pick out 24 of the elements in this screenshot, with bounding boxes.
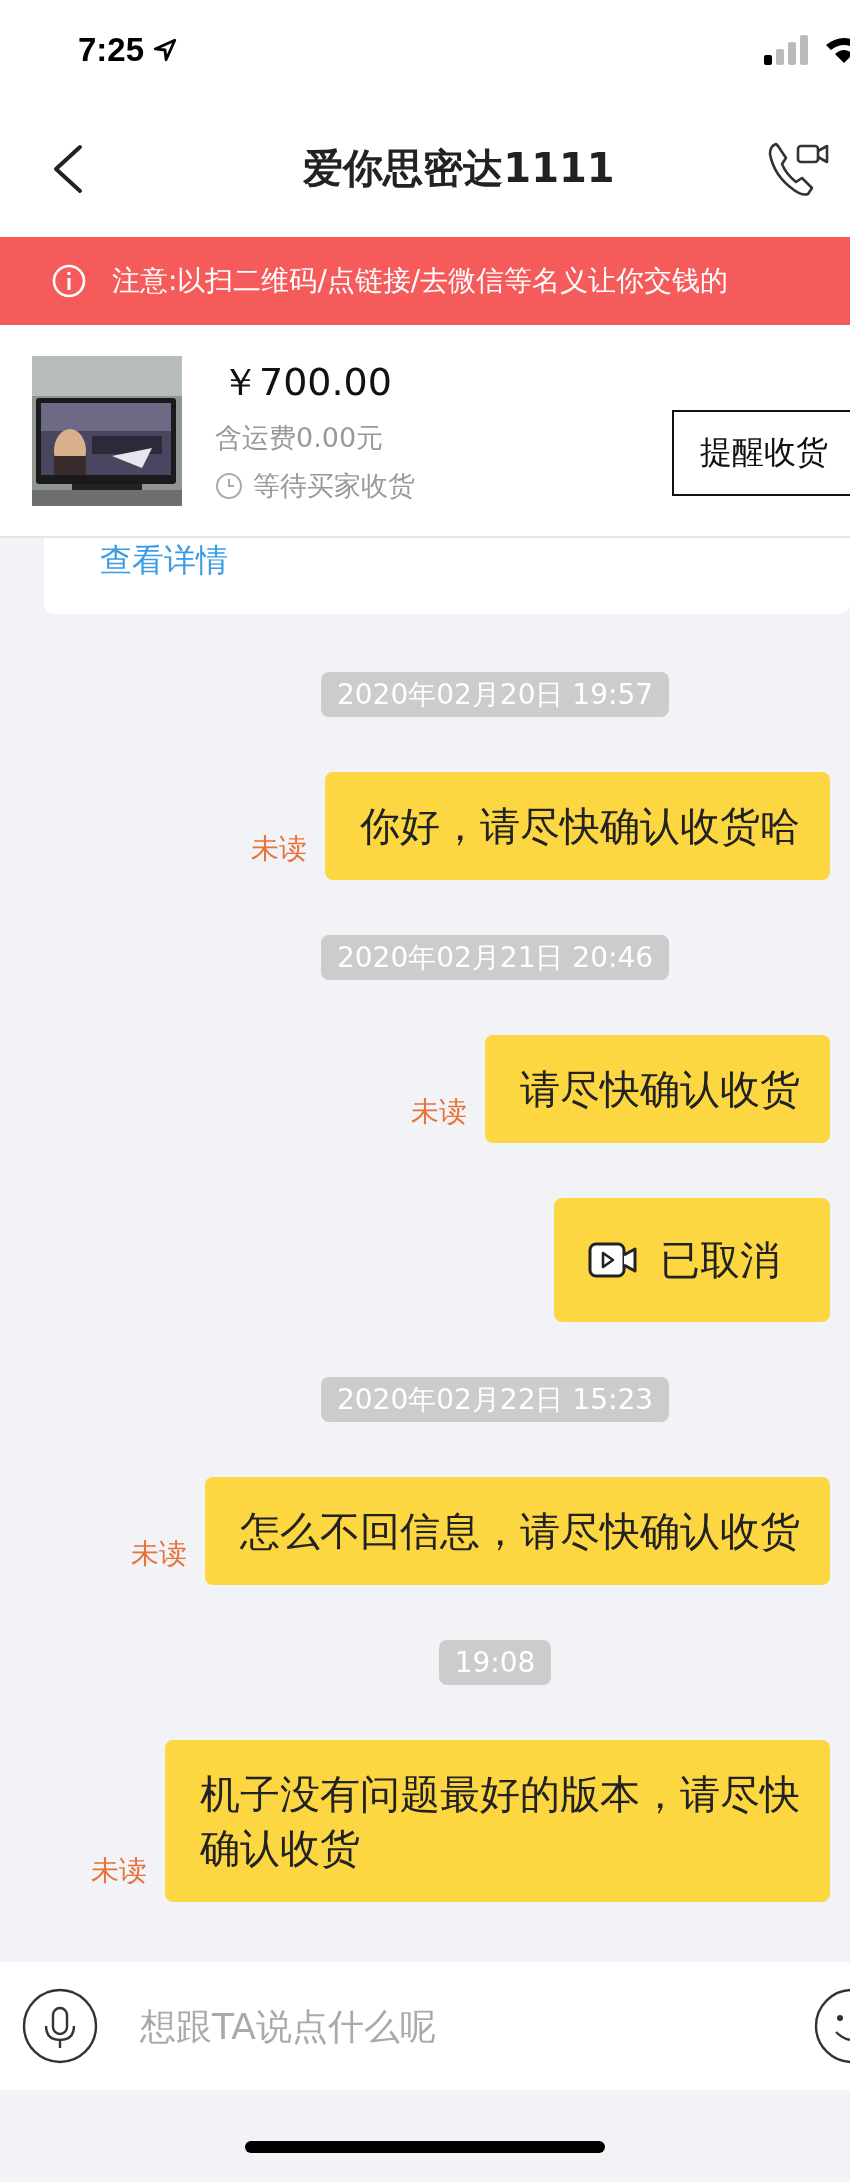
unread-label: 未读 [91,1853,147,1889]
voice-input-button[interactable] [22,1988,98,2064]
message-bubble: 怎么不回信息，请尽快确认收货 [205,1477,830,1585]
product-price: ￥700.00 [220,359,393,406]
status-time: 7:25 [78,31,145,69]
message-input[interactable]: 想跟TA说点什么呢 [138,2004,774,2048]
call-status-text: 已取消 [660,1236,780,1285]
unread-label: 未读 [251,831,307,867]
notice-text: 注意:以扫二维码/点链接/去微信等名义让你交钱的 [112,263,729,299]
shipping-text: 含运费0.00元 [215,421,385,455]
unread-label: 未读 [131,1536,187,1572]
clock-icon [215,472,243,500]
location-arrow-icon [152,37,179,63]
signal-icon [764,35,810,65]
order-status: 等待买家收货 [253,469,415,503]
message-bubble: 你好，请尽快确认收货哈 [325,772,830,880]
chat-title: 爱你思密达1111 [302,144,616,193]
unread-label: 未读 [411,1094,467,1130]
message-bubble: 请尽快确认收货 [485,1035,830,1143]
message-bubble: 机子没有问题最好的版本，请尽快确认收货 [165,1740,830,1902]
remind-receipt-button[interactable]: 提醒收货 [672,410,850,496]
video-camera-icon [588,1242,638,1278]
message-input-bar[interactable]: 想跟TA说点什么呢 [0,1962,850,2090]
info-icon [52,264,86,298]
